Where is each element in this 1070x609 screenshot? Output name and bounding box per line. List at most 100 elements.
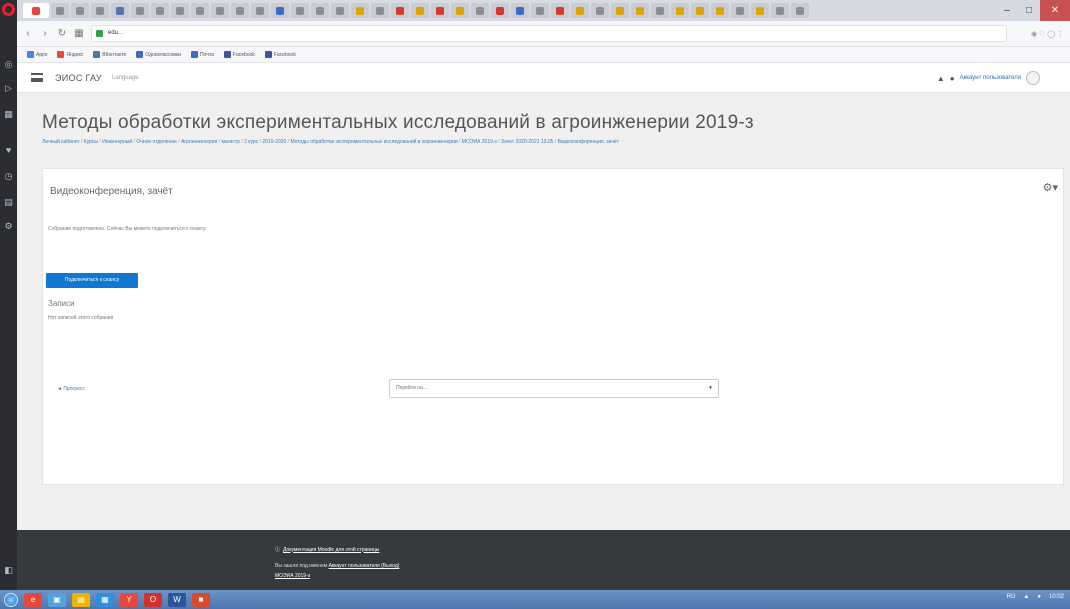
menu-toggle-icon[interactable] xyxy=(31,73,43,82)
browser-tab[interactable] xyxy=(171,3,189,18)
browser-tab[interactable] xyxy=(511,3,529,18)
browser-tab[interactable] xyxy=(151,3,169,18)
browser-tab[interactable] xyxy=(91,3,109,18)
browser-tab[interactable] xyxy=(291,3,309,18)
opera-logo-icon[interactable] xyxy=(2,3,15,16)
bookmark-item[interactable]: Apps xyxy=(27,51,47,58)
breadcrumb-item[interactable]: Очное отделение xyxy=(136,139,177,145)
bookmark-item[interactable]: Одноклассники xyxy=(136,51,181,58)
bookmarks-icon[interactable]: ♥ xyxy=(4,146,13,155)
browser-tab[interactable] xyxy=(311,3,329,18)
breadcrumb-item[interactable]: Личный кабинет xyxy=(42,139,80,145)
browser-tab[interactable] xyxy=(351,3,369,18)
taskbar-app-icon[interactable]: ▦ xyxy=(96,592,114,607)
taskbar-app-icon[interactable]: e xyxy=(24,592,42,607)
browser-tab[interactable] xyxy=(271,3,289,18)
browser-tab[interactable] xyxy=(231,3,249,18)
grid-icon[interactable]: ▦ xyxy=(4,110,13,119)
messages-icon[interactable]: ● xyxy=(950,74,955,83)
avatar[interactable] xyxy=(1026,71,1040,85)
forward-icon[interactable]: › xyxy=(40,28,50,39)
browser-tab[interactable] xyxy=(471,3,489,18)
browser-tab[interactable] xyxy=(491,3,509,18)
address-actions-icon[interactable]: ◉ ♡ ◯ ⋮ xyxy=(1014,30,1064,38)
browser-tab[interactable] xyxy=(711,3,729,18)
language-menu[interactable]: Language xyxy=(112,75,139,81)
browser-tab[interactable] xyxy=(411,3,429,18)
browser-tab[interactable] xyxy=(631,3,649,18)
taskbar-app-icon[interactable]: W xyxy=(168,592,186,607)
browser-tab[interactable] xyxy=(331,3,349,18)
speed-dial-icon[interactable]: ▦ xyxy=(74,28,84,39)
browser-tab[interactable] xyxy=(531,3,549,18)
browser-tab[interactable] xyxy=(51,3,69,18)
browser-tab[interactable] xyxy=(211,3,229,18)
breadcrumb-item[interactable]: 2 курс xyxy=(244,139,258,145)
browser-tab[interactable] xyxy=(731,3,749,18)
breadcrumb-item[interactable]: Зачет 2020-2021 13.05 xyxy=(501,139,553,145)
browser-tab[interactable] xyxy=(23,3,49,18)
maximize-icon[interactable]: □ xyxy=(1018,0,1040,21)
browser-tab[interactable] xyxy=(651,3,669,18)
taskbar-app-icon[interactable]: ▤ xyxy=(72,592,90,607)
bookmark-item[interactable]: Facebook xyxy=(223,51,255,58)
breadcrumb-item[interactable]: Инженерный xyxy=(102,139,132,145)
browser-tab[interactable] xyxy=(691,3,709,18)
browser-tab[interactable] xyxy=(571,3,589,18)
moodle-docs-link[interactable]: Документация Moodle для этой страницы xyxy=(283,547,379,553)
start-button[interactable] xyxy=(4,592,18,607)
settings-icon[interactable]: ⚙ xyxy=(4,222,13,231)
messenger-icon[interactable]: ◎ xyxy=(4,60,13,69)
browser-tab[interactable] xyxy=(671,3,689,18)
breadcrumb-item[interactable]: 2019-2020 xyxy=(262,139,286,145)
breadcrumb-item[interactable]: магистр xyxy=(221,139,239,145)
browser-tab[interactable] xyxy=(131,3,149,18)
play-icon[interactable]: ▷ xyxy=(4,84,13,93)
browser-tab[interactable] xyxy=(71,3,89,18)
bookmark-item[interactable]: Почта xyxy=(191,51,214,58)
footer-course-link[interactable]: МОЭИА 2019-з xyxy=(275,573,310,579)
breadcrumb-item[interactable]: МОЭИА 2019-з xyxy=(462,139,497,145)
reload-icon[interactable]: ↻ xyxy=(57,28,67,39)
browser-tab[interactable] xyxy=(371,3,389,18)
notifications-icon[interactable]: ▲ xyxy=(937,74,945,83)
browser-tab[interactable] xyxy=(431,3,449,18)
history-icon[interactable]: ◷ xyxy=(4,172,13,181)
taskbar-app-icon[interactable]: ■ xyxy=(192,592,210,607)
tray-icon[interactable]: RU xyxy=(1007,594,1016,600)
close-icon[interactable]: ✕ xyxy=(1040,0,1070,21)
breadcrumb-item[interactable]: Методы обработки экспериментальных иссле… xyxy=(290,139,457,145)
browser-tab[interactable] xyxy=(791,3,809,18)
clock[interactable]: 10:02 xyxy=(1049,594,1064,600)
bookmark-item[interactable]: Facebook xyxy=(264,51,296,58)
url-input[interactable]: edu.... xyxy=(91,25,1007,42)
tray-icon[interactable]: ● xyxy=(1037,594,1041,600)
breadcrumb-item[interactable]: Курсы xyxy=(84,139,98,145)
breadcrumb-item[interactable]: Видеоконференция, зачёт xyxy=(558,139,619,145)
gear-icon[interactable]: ⚙▾ xyxy=(1043,181,1058,194)
jump-to-select[interactable]: Перейти на... ♦ xyxy=(389,379,719,398)
browser-tab[interactable] xyxy=(191,3,209,18)
browser-tab[interactable] xyxy=(111,3,129,18)
browser-tab[interactable] xyxy=(751,3,769,18)
browser-tab[interactable] xyxy=(391,3,409,18)
site-brand[interactable]: ЭИОС ГАУ xyxy=(55,73,102,83)
browser-tab[interactable] xyxy=(551,3,569,18)
taskbar-app-icon[interactable]: O xyxy=(144,592,162,607)
user-name[interactable]: Аккаунт пользователя xyxy=(960,75,1021,81)
back-icon[interactable]: ‹ xyxy=(23,28,33,39)
bookmark-item[interactable]: ВКонтакте xyxy=(93,51,126,58)
browser-tab[interactable] xyxy=(451,3,469,18)
browser-tab[interactable] xyxy=(251,3,269,18)
taskbar-app-icon[interactable]: ▣ xyxy=(48,592,66,607)
bookmark-item[interactable]: Яндекс xyxy=(57,51,83,58)
minimize-icon[interactable]: – xyxy=(996,0,1018,21)
taskbar-app-icon[interactable]: Y xyxy=(120,592,138,607)
breadcrumb-item[interactable]: Агроинженерия xyxy=(181,139,217,145)
downloads-icon[interactable]: ▤ xyxy=(4,198,13,207)
logout-link[interactable]: Аккаунт пользователя (Выход) xyxy=(329,563,400,569)
tray-icon[interactable]: ▲ xyxy=(1023,594,1029,600)
browser-tab[interactable] xyxy=(591,3,609,18)
browser-tab[interactable] xyxy=(771,3,789,18)
join-session-button[interactable]: Подключиться к сеансу xyxy=(46,273,138,288)
